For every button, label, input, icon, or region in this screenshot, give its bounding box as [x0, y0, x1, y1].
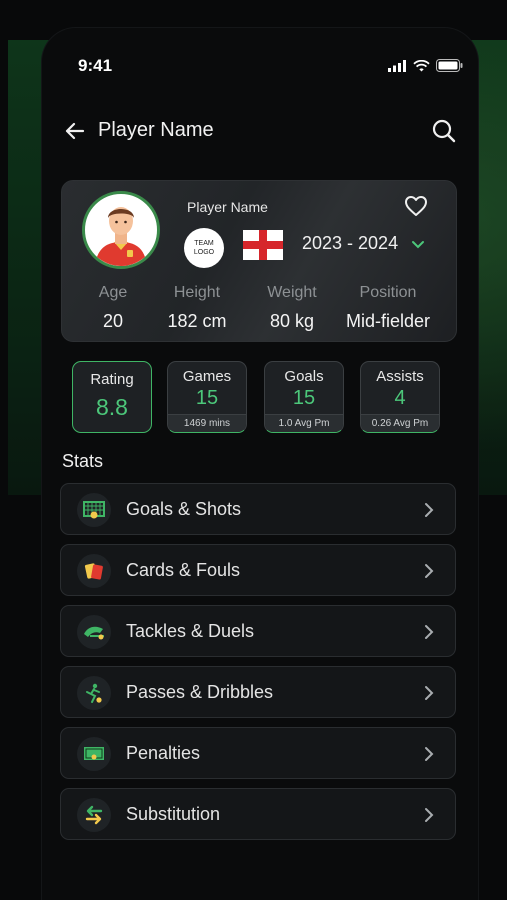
attr-height: Height 182 cm	[167, 284, 227, 331]
page-title: Player Name	[98, 119, 214, 141]
stat-row-passes-dribbles[interactable]: Passes & Dribbles	[60, 666, 456, 718]
chevron-right-icon	[425, 808, 434, 822]
chevron-right-icon	[425, 747, 434, 761]
search-icon[interactable]	[431, 118, 457, 144]
profile-player-name: Player Name	[187, 199, 268, 215]
season-selector[interactable]: 2023 - 2024	[302, 233, 398, 254]
tackle-icon	[77, 615, 111, 649]
goals-value: 15	[292, 387, 316, 409]
top-nav: Player Name	[62, 114, 457, 148]
chevron-right-icon	[425, 686, 434, 700]
cards-icon	[77, 554, 111, 588]
goal-net-icon	[77, 493, 111, 527]
stat-row-tackles-duels[interactable]: Tackles & Duels	[60, 605, 456, 657]
stats-heading: Stats	[62, 451, 104, 471]
chevron-down-icon[interactable]	[410, 237, 426, 253]
chevron-right-icon	[425, 625, 434, 639]
england-flag-icon	[243, 230, 283, 260]
goals-box: Goals 15 1.0 Avg Pm	[264, 361, 344, 433]
rating-box: Rating 8.8	[72, 361, 152, 433]
status-time: 9:41	[78, 56, 113, 75]
dribble-icon	[77, 676, 111, 710]
attr-position: Position Mid-fielder	[345, 284, 431, 331]
penalty-goal-icon	[77, 737, 111, 771]
battery-icon	[436, 59, 463, 72]
attr-age: Age 20	[98, 284, 128, 331]
team-logo: TEAM LOGO	[184, 228, 224, 268]
favorite-heart-icon[interactable]	[404, 195, 428, 217]
status-bar: 9:41	[78, 56, 463, 78]
attr-weight: Weight 80 kg	[267, 284, 317, 331]
chevron-right-icon	[425, 503, 434, 517]
games-box: Games 15 1469 mins	[167, 361, 247, 433]
assists-value: 4	[394, 387, 406, 409]
games-value: 15	[195, 387, 219, 409]
stat-row-cards-fouls[interactable]: Cards & Fouls	[60, 544, 456, 596]
substitution-icon	[77, 798, 111, 832]
assists-box: Assists 4 0.26 Avg Pm	[360, 361, 440, 433]
player-illustration	[95, 207, 147, 266]
stat-row-penalties[interactable]: Penalties	[60, 727, 456, 779]
chevron-right-icon	[425, 564, 434, 578]
goals-avg: 1.0 Avg Pm	[265, 414, 343, 432]
assists-avg: 0.26 Avg Pm	[361, 414, 439, 432]
player-profile-card: Player Name TEAM LOGO 2023 - 2024 Age 20…	[61, 180, 457, 342]
wifi-icon	[413, 59, 430, 71]
games-minutes: 1469 mins	[168, 414, 246, 432]
player-avatar	[82, 191, 160, 269]
stat-row-substitution[interactable]: Substitution	[60, 788, 456, 840]
signal-icon	[388, 59, 406, 72]
back-arrow-icon[interactable]	[62, 118, 88, 144]
stat-row-goals-shots[interactable]: Goals & Shots	[60, 483, 456, 535]
rating-value: 8.8	[96, 394, 128, 420]
